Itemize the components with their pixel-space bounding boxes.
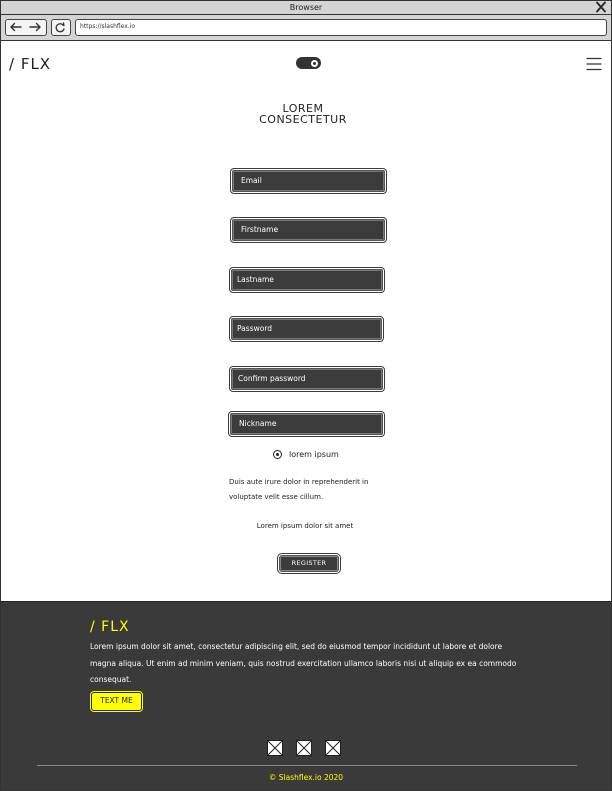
firstname-field[interactable]: Firstname [230,217,387,243]
image-placeholder-icon[interactable] [296,740,312,756]
confirm-password-field[interactable]: Confirm password [229,366,385,392]
toggle-knob [311,59,318,67]
close-icon[interactable] [595,1,607,13]
password-field[interactable]: Password [229,316,384,342]
page-footer: / FLX Lorem ipsum dolor sit amet, consec… [1,601,611,790]
nav-buttons [5,19,47,36]
footer-logo[interactable]: / FLX [90,619,130,635]
site-logo[interactable]: / FLX [9,55,51,73]
form-small-text: Lorem ipsum dolor sit amet [256,522,354,530]
copyright-text: © Slashflex.io 2020 [268,773,344,782]
form-paragraph: Duis aute irure dolor in reprehenderit i… [229,478,369,501]
form-title-line-2: CONSECTETUR [259,113,347,126]
register-button[interactable]: REGISTER [277,553,341,574]
form-title: LOREM CONSECTETUR [201,103,405,125]
browser-titlebar: Browser [1,1,611,15]
image-placeholder-icon[interactable] [325,740,341,756]
radio-label: lorem ipsum [289,450,339,459]
back-arrow-icon[interactable] [6,20,26,34]
footer-divider [37,765,577,766]
lastname-field[interactable]: Lastname [229,267,385,293]
image-placeholder-icon[interactable] [267,740,283,756]
email-field[interactable]: Email [230,168,387,194]
reload-icon [55,22,65,33]
browser-title: Browser [289,3,323,12]
text-me-button[interactable]: TEXT ME [90,691,143,712]
browser-window: Browser https://slashflex.io / FLX LOREM… [0,0,612,791]
browser-toolbar: https://slashflex.io [1,15,611,41]
nickname-field[interactable]: Nickname [228,411,385,437]
footer-text: Lorem ipsum dolor sit amet, consectetur … [90,642,517,684]
reload-button[interactable] [51,19,71,36]
hamburger-menu-icon[interactable] [586,56,602,72]
forward-arrow-icon[interactable] [26,20,46,34]
address-bar[interactable]: https://slashflex.io [75,19,607,36]
radio-button[interactable] [273,450,282,459]
theme-toggle[interactable] [296,57,321,69]
